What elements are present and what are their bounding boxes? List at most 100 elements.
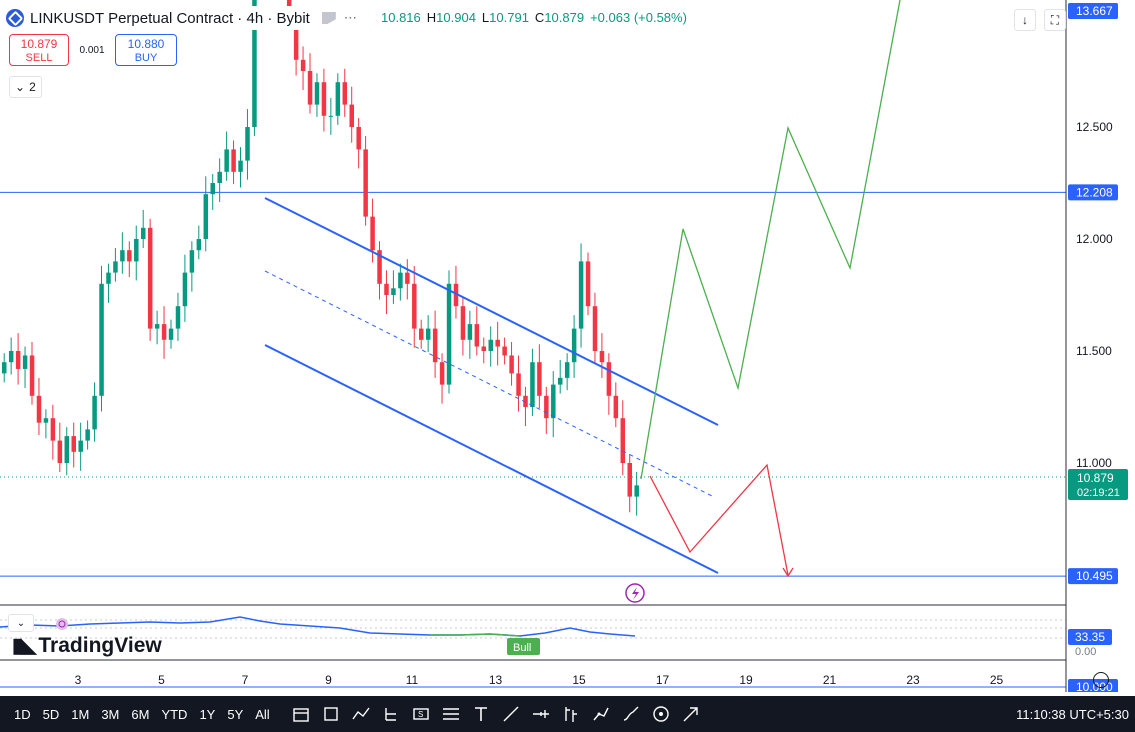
date-tick-label: 21: [823, 673, 837, 687]
bar-countdown: 02:19:21: [1077, 487, 1120, 499]
price-tag-label: 12.208: [1076, 185, 1113, 199]
date-ticks: 3 5 7 9 11 13 15 17 19 21 23 25: [75, 673, 1004, 687]
horizontal-lines-icon[interactable]: [440, 703, 462, 725]
price-tick-label: 11.000: [1076, 456, 1112, 470]
candle-body: [495, 339, 500, 347]
tick-marks-icon[interactable]: [530, 703, 552, 725]
candle-body: [425, 328, 431, 340]
channel-upper-line: [264, 197, 719, 426]
timeframe-5y[interactable]: 5Y: [221, 707, 249, 722]
candle-body: [168, 328, 174, 340]
candle-body: [412, 283, 417, 329]
candle-body: [592, 306, 598, 351]
candle-body: [50, 418, 56, 441]
candle-body: [419, 328, 424, 340]
candle-body: [634, 485, 639, 497]
candle-body: [238, 160, 243, 172]
timeframe-ytd[interactable]: YTD: [155, 707, 193, 722]
buy-button[interactable]: 10.880 BUY: [115, 34, 177, 66]
current-price-label: 10.879: [1077, 471, 1114, 485]
ohlc-readout: 10.816 H10.904 L10.791 C10.879 +0.063 (+…: [381, 10, 687, 25]
brush-icon[interactable]: [620, 703, 642, 725]
candle-body: [544, 395, 549, 419]
sell-label: SELL: [25, 52, 53, 64]
sell-button[interactable]: 10.879 SELL: [9, 34, 69, 66]
symbol-title[interactable]: LINKUSDT Perpetual Contract · 4h · Bybit: [30, 10, 310, 27]
date-tick-label: 7: [242, 673, 249, 687]
candle-body: [620, 418, 626, 463]
arrow-icon[interactable]: [680, 703, 702, 725]
price-label-icon[interactable]: S: [410, 703, 432, 725]
timeframe-1d[interactable]: 1D: [8, 707, 37, 722]
candle-body: [175, 306, 181, 329]
bar-pattern-icon[interactable]: [560, 703, 582, 725]
indicator-value-tag: 33.35 0.00: [1068, 629, 1112, 658]
date-tick-label: 19: [739, 673, 753, 687]
candle-body: [537, 362, 542, 396]
timeframe-1m[interactable]: 1M: [65, 707, 95, 722]
long-position-icon[interactable]: [380, 703, 402, 725]
candle-body: [64, 436, 70, 463]
candle-body: [210, 183, 215, 195]
candle-body: [405, 272, 410, 284]
candle-body: [446, 283, 452, 385]
high-value: 10.904: [436, 10, 476, 25]
low-value: 10.791: [489, 10, 529, 25]
candle-body: [578, 261, 584, 329]
candle-body: [22, 355, 28, 369]
candle-body: [71, 436, 76, 452]
path-icon[interactable]: [590, 703, 612, 725]
text-icon[interactable]: [470, 703, 492, 725]
candle-body: [307, 71, 313, 105]
candle-body: [585, 261, 591, 307]
settings-gear-icon[interactable]: [1093, 672, 1109, 688]
oscillator-collapse-button[interactable]: ⌄: [8, 614, 34, 632]
legend-toggle-button[interactable]: ⌄ 2: [9, 76, 42, 98]
candle-body: [36, 395, 42, 423]
timeframe-5d[interactable]: 5D: [37, 707, 66, 722]
price-chart[interactable]: 14.50014.00013.50013.00012.50012.00011.5…: [0, 0, 1135, 692]
candle-body: [321, 82, 327, 116]
timeframe-6m[interactable]: 6M: [125, 707, 155, 722]
lightning-icon[interactable]: [625, 583, 645, 603]
rectangle-icon[interactable]: [320, 703, 342, 725]
candle-body: [127, 250, 132, 262]
candle-body: [488, 339, 493, 351]
utc-clock[interactable]: 11:10:38 UTC+5:30: [1016, 707, 1135, 722]
candle-body: [481, 346, 487, 351]
tradingview-wordmark: TradingView: [38, 633, 162, 657]
chainlink-logo-icon: [6, 9, 24, 27]
candle-body: [300, 59, 306, 71]
timeframe-1y[interactable]: 1Y: [193, 707, 221, 722]
timeframe-all[interactable]: All: [249, 707, 275, 722]
trade-panel: 10.879 SELL 0.001 10.880 BUY: [9, 34, 177, 66]
fullscreen-icon[interactable]: ⛶: [1044, 9, 1066, 31]
candle-body: [558, 377, 563, 385]
date-tick-label: 13: [489, 673, 503, 687]
tradingview-logo[interactable]: ▮◣ TradingView: [12, 633, 162, 658]
trendline-icon[interactable]: [500, 703, 522, 725]
candle-body: [370, 216, 375, 251]
candle-body: [398, 272, 403, 289]
timeframe-selector: 1D 5D 1M 3M 6M YTD 1Y 5Y All: [8, 707, 276, 722]
download-icon[interactable]: ↓: [1014, 9, 1036, 31]
candle-body: [134, 239, 139, 262]
candle-body: [356, 127, 361, 150]
bullish-projection: [640, 0, 901, 480]
candle-body: [43, 418, 49, 423]
date-tick-label: 11: [406, 673, 419, 687]
candle-body: [509, 355, 514, 374]
symbol-header[interactable]: LINKUSDT Perpetual Contract · 4h · Bybit…: [6, 6, 358, 30]
polyline-icon[interactable]: [350, 703, 372, 725]
candle-body: [113, 261, 118, 273]
calendar-range-icon[interactable]: [290, 703, 312, 725]
candle-body: [627, 463, 632, 497]
candle-body: [599, 351, 605, 363]
more-dots-icon[interactable]: ⋯: [344, 10, 358, 26]
circle-icon[interactable]: [650, 703, 672, 725]
flag-icon[interactable]: [321, 12, 336, 24]
timeframe-3m[interactable]: 3M: [95, 707, 125, 722]
bearish-projection: [649, 463, 789, 576]
date-tick-label: 23: [906, 673, 920, 687]
candle-body: [245, 127, 250, 161]
